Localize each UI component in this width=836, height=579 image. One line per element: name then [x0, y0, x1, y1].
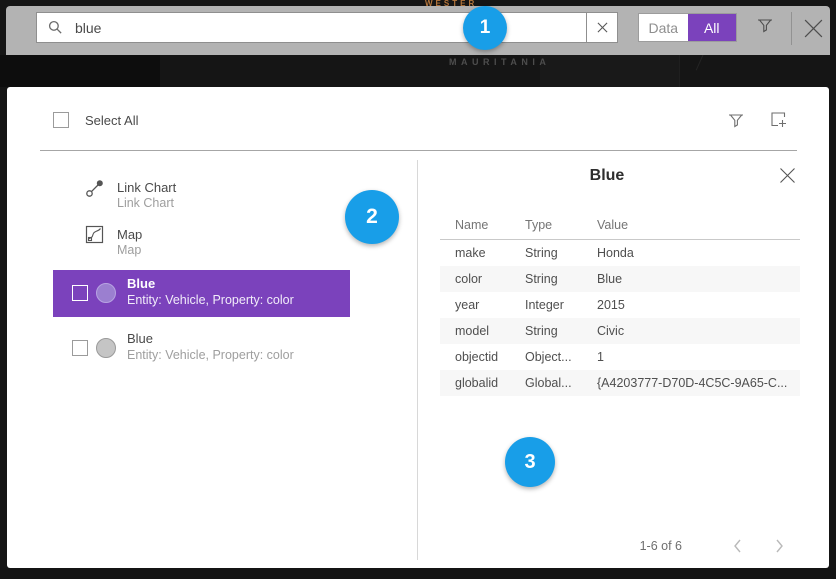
list-item-blue-unselected[interactable]: Blue Entity: Vehicle, Property: color: [53, 325, 350, 372]
callout-badge-3: 3: [505, 437, 555, 487]
list-item-title: Blue: [127, 331, 153, 346]
cell-value: Blue: [597, 272, 622, 286]
cell-name: globalid: [455, 376, 498, 390]
select-all-checkbox[interactable]: [53, 112, 69, 128]
list-item-map[interactable]: Map: [117, 227, 142, 242]
cell-name: year: [455, 298, 479, 312]
cell-type: String: [525, 246, 558, 260]
search-results-screen: WESTER MAURITANIA Data All: [0, 0, 836, 579]
table-row: year Integer 2015: [440, 292, 800, 318]
map-label-mauritania: MAURITANIA: [449, 57, 550, 67]
list-item-map-subtitle: Map: [117, 243, 141, 257]
funnel-icon: [727, 112, 745, 130]
toggle-option-all[interactable]: All: [688, 14, 737, 41]
chevron-right-icon: [771, 538, 787, 554]
next-page-button[interactable]: [771, 538, 787, 554]
entity-circle-icon: [96, 338, 116, 358]
add-to-selection-button[interactable]: [770, 111, 789, 130]
select-all-label: Select All: [85, 113, 138, 128]
item-checkbox[interactable]: [72, 285, 88, 301]
attribute-table: Name Type Value make String Honda color …: [440, 212, 800, 396]
link-chart-icon: [85, 178, 105, 198]
map-border-shape: [540, 55, 680, 87]
cell-type: String: [525, 272, 558, 286]
callout-badge-1: 1: [463, 6, 507, 50]
cell-type: Global...: [525, 376, 572, 390]
cell-name: color: [455, 272, 482, 286]
item-checkbox[interactable]: [72, 340, 88, 356]
map-icon: [85, 225, 105, 245]
cell-type: String: [525, 324, 558, 338]
map-footer-strip: [0, 568, 836, 579]
close-icon: [803, 18, 824, 39]
detail-title: Blue: [417, 167, 797, 185]
results-filter-button[interactable]: [727, 112, 745, 130]
table-row: model String Civic: [440, 318, 800, 344]
cell-value: Honda: [597, 246, 634, 260]
search-toolbar: Data All: [6, 6, 830, 55]
list-item-title: Blue: [127, 276, 155, 291]
column-type: Type: [525, 218, 552, 232]
list-item-subtitle: Entity: Vehicle, Property: color: [127, 293, 294, 307]
entity-circle-icon: [96, 283, 116, 303]
map-landmass-shape: [0, 55, 160, 87]
table-row: color String Blue: [440, 266, 800, 292]
add-selection-icon: [770, 111, 789, 130]
list-detail-divider: [417, 160, 418, 560]
cell-value: 2015: [597, 298, 625, 312]
data-all-toggle: Data All: [638, 13, 737, 42]
clear-x-icon: [597, 22, 608, 33]
chevron-left-icon: [730, 538, 746, 554]
clear-search-button[interactable]: [586, 13, 617, 42]
search-icon: [48, 20, 63, 35]
column-name: Name: [455, 218, 488, 232]
prev-page-button[interactable]: [730, 538, 746, 554]
table-row: make String Honda: [440, 240, 800, 266]
callout-badge-2: 2: [345, 190, 399, 244]
list-item-link-chart[interactable]: Link Chart: [117, 180, 176, 195]
close-search-button[interactable]: [803, 18, 824, 39]
close-icon: [779, 167, 796, 184]
list-item-blue-selected[interactable]: Blue Entity: Vehicle, Property: color: [53, 270, 350, 317]
table-row: globalid Global... {A4203777-D70D-4C5C-9…: [440, 370, 800, 396]
pagination-label: 1-6 of 6: [640, 539, 682, 553]
cell-name: model: [455, 324, 489, 338]
cell-value: Civic: [597, 324, 624, 338]
cell-name: make: [455, 246, 486, 260]
funnel-icon: [756, 17, 774, 35]
close-detail-button[interactable]: [779, 167, 796, 184]
cell-value: {A4203777-D70D-4C5C-9A65-C...: [597, 376, 787, 390]
search-input[interactable]: [63, 13, 586, 42]
cell-value: 1: [597, 350, 604, 364]
cell-type: Object...: [525, 350, 572, 364]
cell-name: objectid: [455, 350, 498, 364]
toolbar-divider: [791, 12, 792, 45]
toolbar-filter-button[interactable]: [756, 17, 774, 35]
header-divider: [40, 150, 797, 151]
search-field: [36, 12, 618, 43]
toggle-option-data[interactable]: Data: [639, 14, 688, 41]
search-results-panel: Select All Link Chart Link Chart Map Map…: [7, 87, 829, 568]
column-value: Value: [597, 218, 628, 232]
table-row: objectid Object... 1: [440, 344, 800, 370]
list-item-link-chart-subtitle: Link Chart: [117, 196, 174, 210]
cell-type: Integer: [525, 298, 564, 312]
list-item-subtitle: Entity: Vehicle, Property: color: [127, 348, 294, 362]
pagination: 1-6 of 6: [440, 537, 800, 557]
table-header: Name Type Value: [440, 212, 800, 239]
